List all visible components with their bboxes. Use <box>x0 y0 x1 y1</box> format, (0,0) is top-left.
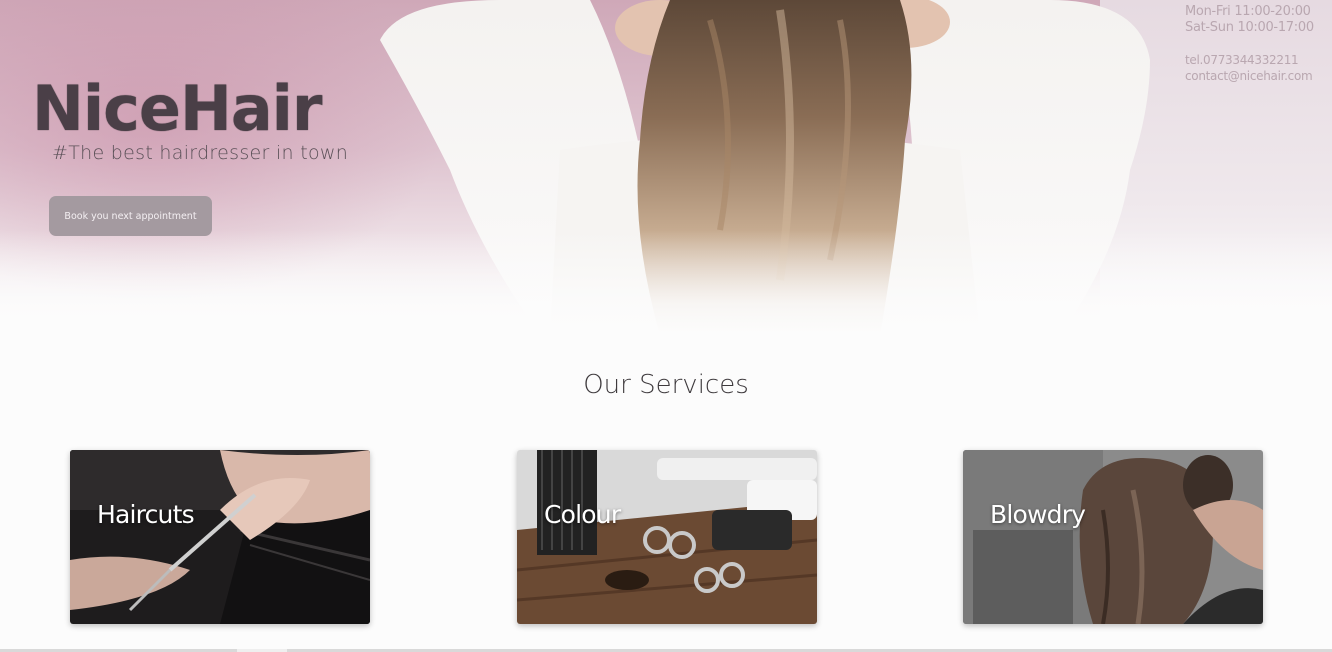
phone-number: tel.0773344332211 <box>1185 53 1299 67</box>
services-heading: Our Services <box>583 370 749 400</box>
page: NiceHair #The best hairdresser in town B… <box>0 0 1332 652</box>
hours-weekend: Sat-Sun 10:00-17:00 <box>1185 20 1314 35</box>
book-appointment-button[interactable]: Book you next appointment <box>49 196 212 236</box>
service-card-haircuts[interactable]: Haircuts <box>70 450 370 624</box>
hours-weekday: Mon-Fri 11:00-20:00 <box>1185 4 1311 19</box>
hero-fade-overlay <box>0 230 1332 335</box>
brand-logo: NiceHair <box>32 72 322 145</box>
service-card-blowdry[interactable]: Blowdry <box>963 450 1263 624</box>
hero-banner: NiceHair #The best hairdresser in town B… <box>0 0 1332 335</box>
colour-photo <box>517 450 817 624</box>
contact-info: tel.0773344332211 contact@nicehair.com <box>1185 52 1313 84</box>
opening-hours: Mon-Fri 11:00-20:00 Sat-Sun 10:00-17:00 <box>1185 4 1314 36</box>
brand-tagline: #The best hairdresser in town <box>52 142 349 164</box>
haircuts-photo <box>70 450 370 624</box>
service-label-haircuts: Haircuts <box>97 500 195 529</box>
blowdry-photo <box>963 450 1263 624</box>
service-label-blowdry: Blowdry <box>990 500 1086 529</box>
service-card-colour[interactable]: Colour <box>517 450 817 624</box>
email-address: contact@nicehair.com <box>1185 69 1313 83</box>
service-label-colour: Colour <box>544 500 621 529</box>
